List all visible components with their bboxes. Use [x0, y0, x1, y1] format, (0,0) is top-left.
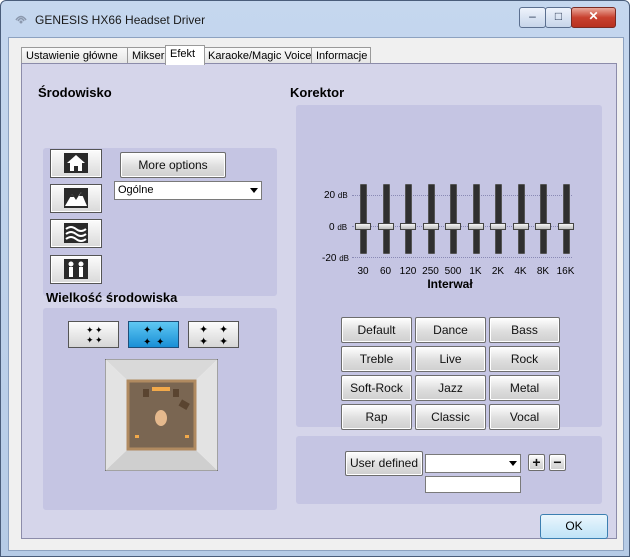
- eq-slider-track[interactable]: [540, 184, 547, 254]
- environment-mountains-button[interactable]: [50, 184, 102, 213]
- small-room-icon: ✦ ✦ ✦ ✦: [86, 326, 103, 346]
- people-icon: [64, 259, 88, 279]
- window-title: GENESIS HX66 Headset Driver: [35, 13, 206, 27]
- maximize-button[interactable]: □: [545, 7, 572, 28]
- eq-slider-thumb[interactable]: [535, 223, 551, 230]
- eq-slider-thumb[interactable]: [377, 223, 394, 230]
- tab-effect[interactable]: Efekt: [165, 45, 205, 65]
- svg-text:✦: ✦: [156, 325, 164, 336]
- tab-karaoke[interactable]: Karaoke/Magic Voice: [203, 47, 313, 64]
- svg-text:✦: ✦: [95, 336, 103, 346]
- preset-button-vocal[interactable]: Vocal: [489, 404, 560, 430]
- preset-button-classic[interactable]: Classic: [415, 404, 486, 430]
- eq-slider-track[interactable]: [382, 184, 390, 254]
- app-icon: [15, 15, 27, 24]
- size-medium-button[interactable]: ✦ ✦ ✦ ✦: [128, 321, 179, 348]
- room-preview-image: [105, 359, 218, 471]
- user-defined-select[interactable]: [425, 454, 521, 473]
- preset-button-treble[interactable]: Treble: [341, 346, 412, 372]
- interval-axis-label: Interwał: [427, 277, 473, 291]
- tab-info[interactable]: Informacje: [311, 47, 371, 64]
- chevron-down-icon: [509, 461, 517, 466]
- preset-button-rap[interactable]: Rap: [341, 404, 412, 430]
- svg-text:✦: ✦: [143, 337, 151, 347]
- water-icon: [64, 223, 88, 243]
- preset-button-jazz[interactable]: Jazz: [415, 375, 486, 401]
- large-room-icon: ✦ ✦ ✦ ✦: [199, 323, 228, 348]
- eq-slider-track[interactable]: [450, 184, 457, 254]
- svg-text:✦: ✦: [86, 326, 94, 336]
- tab-mixer[interactable]: Mikser: [127, 47, 167, 64]
- eq-slider-track[interactable]: [562, 184, 570, 254]
- db-bottom-label: -20 dB: [322, 253, 350, 264]
- eq-slider-track[interactable]: [360, 184, 367, 254]
- eq-slider-thumb[interactable]: [557, 223, 574, 230]
- house-icon: [64, 153, 88, 173]
- effect-panel: Środowisko More options Ogólne Wielkość …: [21, 63, 617, 539]
- minimize-button[interactable]: –: [519, 7, 546, 28]
- grid-line-bottom: [352, 257, 572, 258]
- environment-size-title: Wielkość środowiska: [46, 290, 178, 305]
- db-top-label: 20 dB: [324, 190, 348, 201]
- db-mid-label: 0 dB: [329, 222, 348, 233]
- preset-button-bass[interactable]: Bass: [489, 317, 560, 343]
- eq-slider-thumb[interactable]: [422, 223, 439, 230]
- size-large-button[interactable]: ✦ ✦ ✦ ✦: [188, 321, 239, 348]
- close-button[interactable]: ✕: [571, 7, 616, 28]
- ok-button[interactable]: OK: [540, 514, 608, 539]
- mountains-icon: [64, 188, 88, 208]
- environment-title: Środowisko: [38, 85, 112, 100]
- eq-slider-thumb[interactable]: [490, 223, 506, 230]
- environment-select[interactable]: Ogólne: [114, 181, 262, 200]
- user-defined-button[interactable]: User defined: [345, 451, 423, 476]
- svg-text:✦: ✦: [86, 336, 94, 346]
- chevron-down-icon: [250, 188, 258, 193]
- preset-button-rock[interactable]: Rock: [489, 346, 560, 372]
- client-area: Ustawienie główne Mikser Efekt Karaoke/M…: [8, 37, 624, 551]
- preset-button-live[interactable]: Live: [415, 346, 486, 372]
- environment-people-button[interactable]: [50, 255, 102, 284]
- eq-slider-track[interactable]: [472, 184, 480, 254]
- eq-slider-thumb[interactable]: [512, 223, 529, 230]
- preset-button-default[interactable]: Default: [341, 317, 412, 343]
- eq-slider-thumb[interactable]: [400, 223, 416, 230]
- eq-slider-track[interactable]: [427, 184, 435, 254]
- add-preset-button[interactable]: +: [528, 454, 545, 471]
- eq-slider-thumb[interactable]: [445, 223, 461, 230]
- tab-main-settings[interactable]: Ustawienie główne: [21, 47, 129, 64]
- title-bar[interactable]: GENESIS HX66 Headset Driver – □ ✕: [1, 1, 629, 37]
- environment-water-button[interactable]: [50, 219, 102, 248]
- svg-text:✦: ✦: [95, 326, 103, 336]
- eq-slider-thumb[interactable]: [467, 223, 484, 230]
- eq-slider-track[interactable]: [517, 184, 525, 254]
- eq-frequency-label: 16K: [556, 266, 575, 277]
- eq-slider-track[interactable]: [495, 184, 502, 254]
- preset-button-soft-rock[interactable]: Soft-Rock: [341, 375, 412, 401]
- svg-text:✦: ✦: [156, 337, 164, 347]
- environment-house-button[interactable]: [50, 149, 102, 178]
- svg-text:✦: ✦: [219, 335, 228, 347]
- medium-room-icon: ✦ ✦ ✦ ✦: [143, 325, 164, 348]
- svg-text:✦: ✦: [199, 335, 208, 347]
- remove-preset-button[interactable]: −: [549, 454, 566, 471]
- equalizer-title: Korektor: [290, 85, 345, 100]
- svg-text:✦: ✦: [143, 325, 151, 336]
- preset-button-metal[interactable]: Metal: [489, 375, 560, 401]
- eq-slider-track[interactable]: [405, 184, 412, 254]
- preset-button-dance[interactable]: Dance: [415, 317, 486, 343]
- app-window: GENESIS HX66 Headset Driver – □ ✕ Ustawi…: [0, 0, 630, 557]
- size-small-button[interactable]: ✦ ✦ ✦ ✦: [68, 321, 119, 348]
- environment-select-value: Ogólne: [118, 184, 154, 196]
- preset-name-input[interactable]: [425, 476, 521, 493]
- size-options: ✦ ✦ ✦ ✦ ✦ ✦ ✦ ✦ ✦ ✦ ✦ ✦: [68, 321, 248, 348]
- eq-slider-thumb[interactable]: [355, 223, 371, 230]
- more-options-button[interactable]: More options: [120, 152, 226, 178]
